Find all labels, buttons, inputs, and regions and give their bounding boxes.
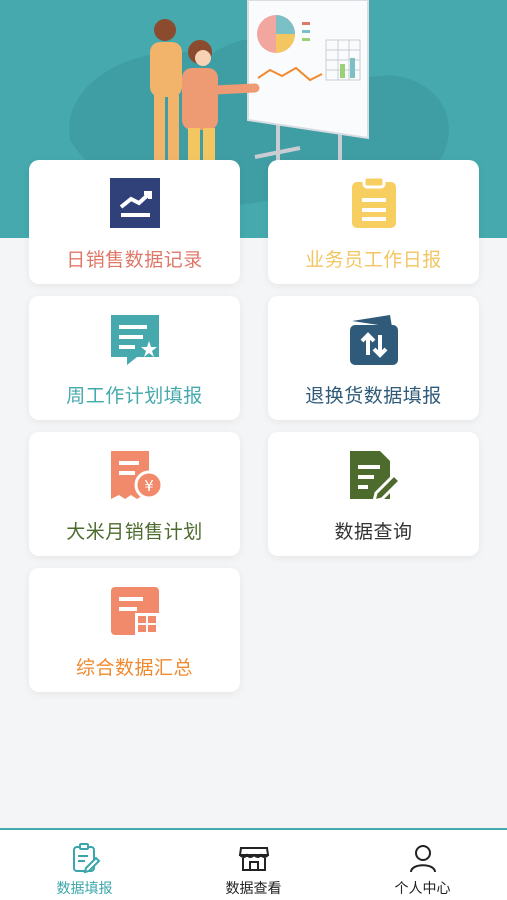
menu-label: 周工作计划填报 bbox=[66, 385, 203, 407]
menu-rice-monthly-plan[interactable]: ¥ 大米月销售计划 bbox=[29, 432, 240, 556]
menu-label: 日销售数据记录 bbox=[66, 249, 203, 271]
menu-label: 业务员工作日报 bbox=[305, 249, 442, 271]
clipboard-edit-icon bbox=[72, 843, 100, 874]
tab-label: 个人中心 bbox=[394, 881, 451, 897]
user-icon bbox=[409, 845, 436, 873]
menu-label: 综合数据汇总 bbox=[75, 657, 193, 679]
tab-data-view[interactable]: 数据查看 bbox=[169, 830, 338, 900]
menu-label: 数据查询 bbox=[334, 521, 413, 543]
tab-personal-center[interactable]: 个人中心 bbox=[338, 830, 507, 900]
menu-return-exchange[interactable]: 退换货数据填报 bbox=[268, 296, 479, 420]
receipt-yuan-icon: ¥ bbox=[110, 451, 163, 500]
menu-salesman-daily-report[interactable]: 业务员工作日报 bbox=[268, 160, 479, 284]
tab-label: 数据填报 bbox=[56, 881, 113, 897]
storefront-icon bbox=[238, 847, 269, 871]
menu-weekly-plan[interactable]: 周工作计划填报 bbox=[29, 296, 240, 420]
sales-trend-icon bbox=[109, 178, 160, 228]
document-edit-icon bbox=[349, 451, 402, 503]
return-exchange-icon bbox=[349, 315, 398, 365]
menu-summary[interactable]: 综合数据汇总 bbox=[29, 568, 240, 692]
tab-data-entry[interactable]: 数据填报 bbox=[0, 830, 169, 900]
summary-grid-icon bbox=[110, 587, 159, 635]
menu-label: 退换货数据填报 bbox=[305, 385, 442, 407]
menu-data-query[interactable]: 数据查询 bbox=[268, 432, 479, 556]
bottom-tab-bar: 数据填报 数据查看 个人中心 bbox=[0, 828, 507, 900]
menu-daily-sales-record[interactable]: 日销售数据记录 bbox=[29, 160, 240, 284]
menu-label: 大米月销售计划 bbox=[66, 521, 203, 543]
clipboard-icon bbox=[351, 175, 396, 228]
weekly-plan-icon bbox=[110, 315, 159, 365]
tab-label: 数据查看 bbox=[225, 881, 282, 897]
svg-text:¥: ¥ bbox=[144, 477, 154, 495]
